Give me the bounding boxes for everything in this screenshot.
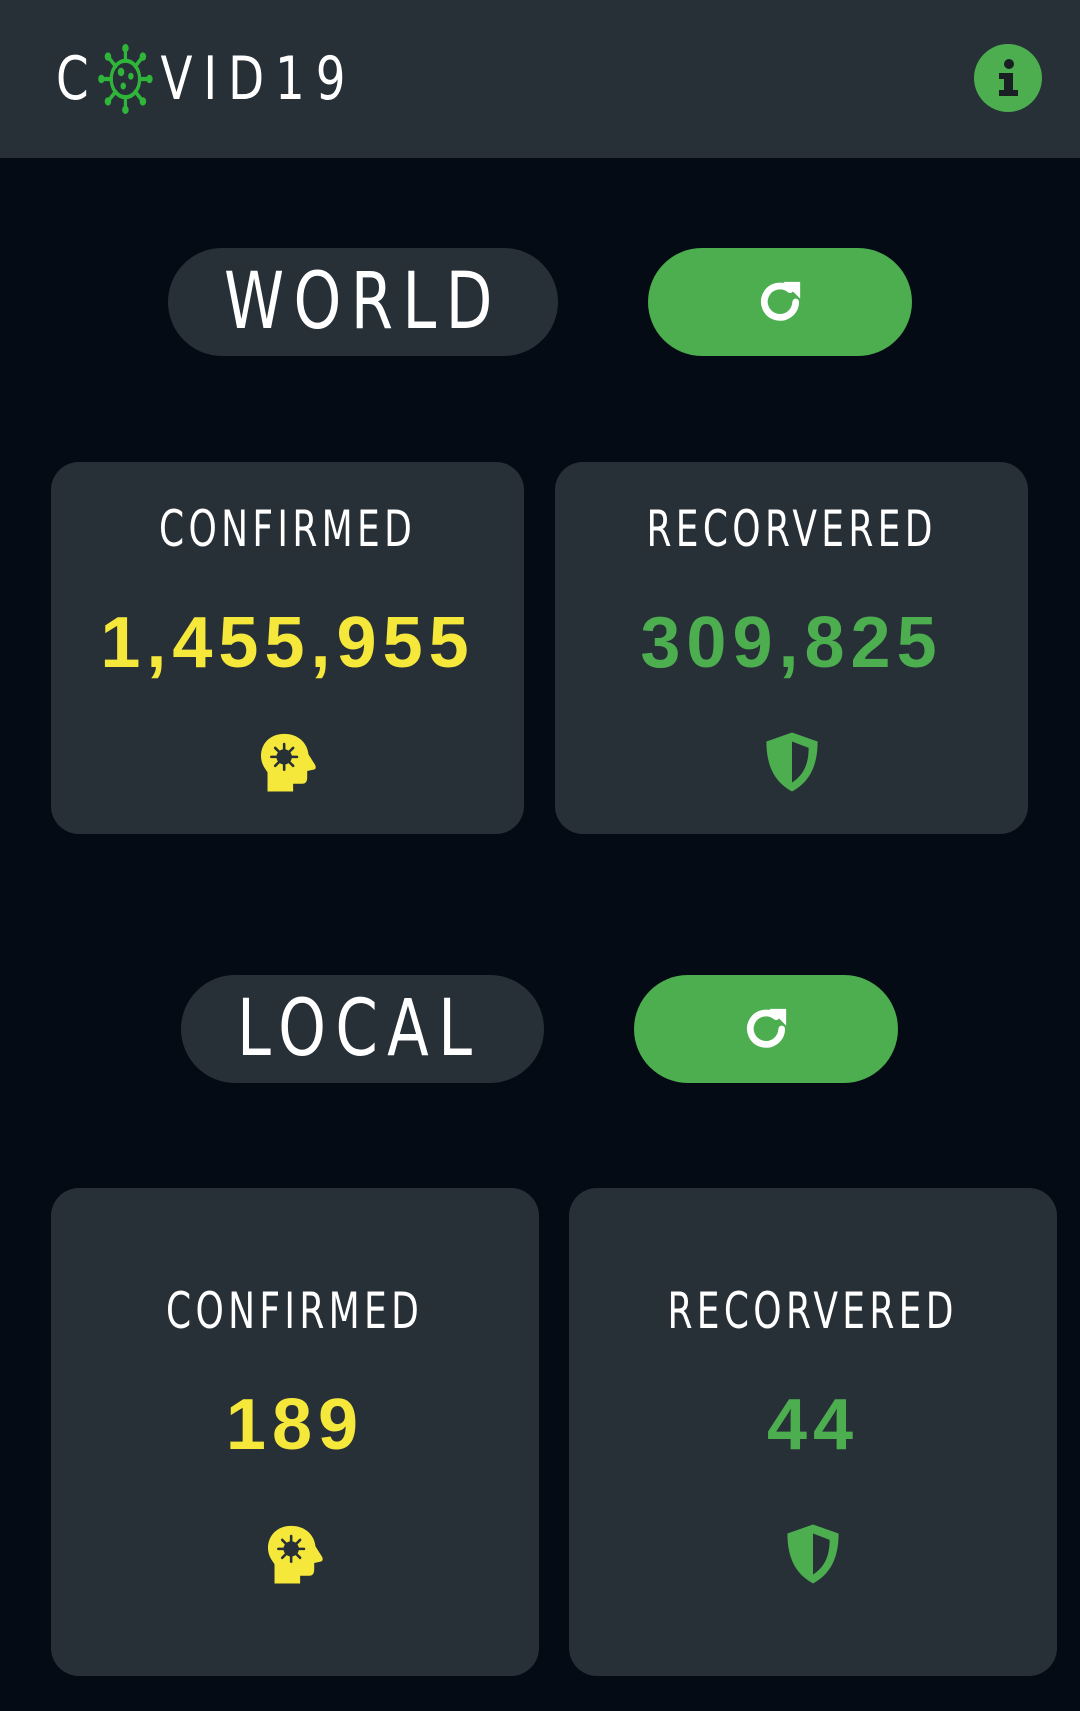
world-label: WORLD — [224, 257, 502, 347]
refresh-icon — [746, 1008, 787, 1048]
info-icon — [999, 59, 1018, 96]
logo-text-left: C — [56, 44, 100, 114]
local-confirmed-card: CONFIRMED 189 — [51, 1188, 539, 1676]
world-confirmed-value: 1,455,955 — [100, 603, 475, 683]
refresh-icon — [760, 281, 801, 321]
shield-icon — [765, 732, 818, 792]
local-section-label: LOCAL — [181, 975, 544, 1083]
world-confirmed-card: CONFIRMED 1,455,955 — [51, 462, 524, 834]
info-button[interactable] — [974, 44, 1042, 112]
local-confirmed-value: 189 — [225, 1385, 365, 1465]
world-recovered-card: RECORVERED 309,825 — [555, 462, 1028, 834]
card-title: CONFIRMED — [158, 500, 417, 558]
head-virus-icon — [260, 733, 316, 792]
app-header: C VID19 — [0, 0, 1080, 158]
local-label: LOCAL — [237, 984, 482, 1074]
local-recovered-card: RECORVERED 44 — [569, 1188, 1057, 1676]
local-recovered-value: 44 — [766, 1385, 860, 1465]
app-logo: C VID19 — [56, 40, 356, 118]
head-virus-icon — [267, 1525, 323, 1584]
card-title: RECORVERED — [667, 1282, 959, 1340]
local-refresh-button[interactable] — [634, 975, 898, 1083]
world-refresh-button[interactable] — [648, 248, 912, 356]
virus-icon — [98, 44, 153, 114]
shield-icon — [787, 1524, 839, 1584]
logo-text-right: VID19 — [160, 44, 357, 114]
world-recovered-value: 309,825 — [640, 603, 943, 683]
card-title: CONFIRMED — [166, 1282, 424, 1340]
card-title: RECORVERED — [646, 500, 937, 558]
world-section-label: WORLD — [168, 248, 558, 356]
